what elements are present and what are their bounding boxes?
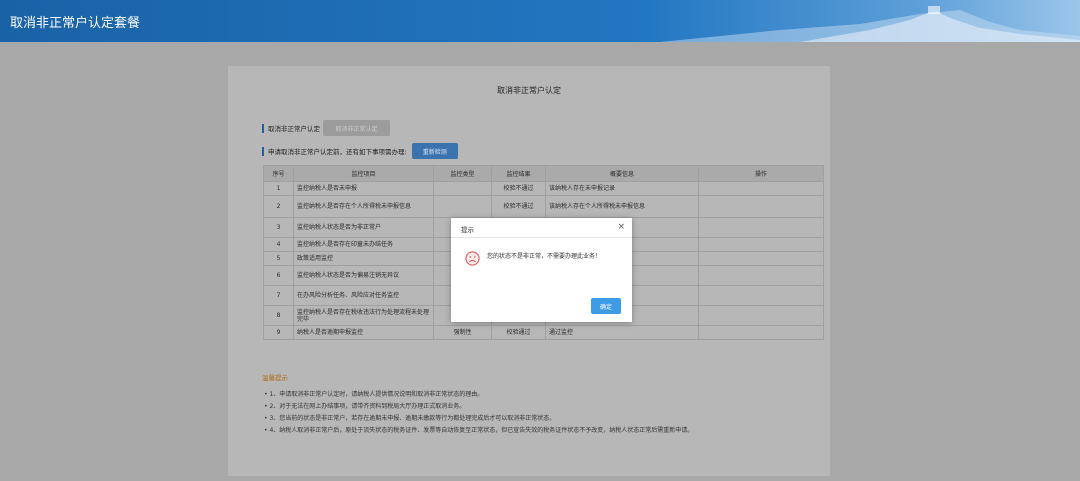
table-row: 2 监控纳税人是否存在个人所得税未申报信息 校验不通过 该纳税人存在个人所得税未… <box>263 195 824 218</box>
dialog-header: 提示 × <box>451 218 632 238</box>
table-row: 9 纳税人是否逾期申报监控 强制性 校验通过 通过监控 <box>263 325 824 340</box>
cell-op <box>698 285 824 306</box>
cell-no: 1 <box>263 181 294 196</box>
col-header-info: 概要信息 <box>545 165 699 182</box>
confirm-button[interactable]: 确定 <box>591 298 621 314</box>
section-marker <box>262 123 264 133</box>
cell-item: 在办风险分析任务、风险应对任务监控 <box>293 285 434 306</box>
cell-info: 该纳税人存在未申报记录 <box>545 181 699 196</box>
cell-info: 通过监控 <box>545 325 699 340</box>
recheck-button[interactable]: 重新检测 <box>411 143 458 159</box>
cell-item: 政策适用监控 <box>293 251 434 266</box>
cell-result: 校验不通过 <box>491 181 546 196</box>
dialog-title: 提示 <box>461 226 474 234</box>
tips-list: • 1、申请取消非正常户认定时，请纳税人提供情况说明和取消非正常状态的理由。 •… <box>264 389 693 437</box>
cell-no: 4 <box>263 237 294 252</box>
cell-no: 2 <box>263 195 294 218</box>
cell-type <box>433 195 492 218</box>
cell-op <box>698 251 824 266</box>
cell-op <box>698 305 824 326</box>
alert-dialog: 提示 × 您的状态不是非正常，不需要办理此业务！ 确定 <box>451 218 632 322</box>
cell-type <box>433 181 492 196</box>
dialog-body: 您的状态不是非正常，不需要办理此业务！ <box>465 251 625 266</box>
col-header-item: 监控项目 <box>293 165 434 182</box>
cell-op <box>698 217 824 238</box>
sad-face-icon <box>465 251 480 266</box>
cell-no: 5 <box>263 251 294 266</box>
cancel-section: 取消非正常户认定 取消非正常认定 <box>262 120 390 136</box>
cancel-section-label: 取消非正常户认定 <box>268 125 320 133</box>
tip-item: • 3、您当前的状态是非正常户，若存在逾期未申报、逾期未缴款等行为都处理完成后才… <box>264 415 556 422</box>
app-title: 取消非正常户认定套餐 <box>10 16 141 31</box>
cell-result: 校验通过 <box>491 325 546 340</box>
dialog-message: 您的状态不是非正常，不需要办理此业务！ <box>487 253 602 260</box>
cell-item: 监控纳税人是否存在个人所得税未申报信息 <box>293 195 434 218</box>
cell-item: 监控纳税人是否存在税收违法行为处理流程未处理完毕 <box>293 305 434 326</box>
pending-section: 申请取消非正常户认定前，还有如下事项需办理: 重新检测 <box>262 143 458 159</box>
cell-item: 监控纳税人是否未申报 <box>293 181 434 196</box>
tip-item: • 2、对于无法在网上办结事项，请带齐资料到税局大厅办理正式取消业务。 <box>264 403 466 410</box>
cell-no: 6 <box>263 265 294 286</box>
cell-no: 7 <box>263 285 294 306</box>
section-marker <box>262 146 264 156</box>
great-wall-illustration <box>660 6 1080 42</box>
cell-item: 监控纳税人是否存在印童未办结任务 <box>293 237 434 252</box>
cell-op <box>698 195 824 218</box>
tip-item: • 1、申请取消非正常户认定时，请纳税人提供情况说明和取消非正常状态的理由。 <box>264 391 484 398</box>
cell-item: 监控纳税人状态是否为非正常户 <box>293 217 434 238</box>
cell-item: 纳税人是否逾期申报监控 <box>293 325 434 340</box>
cell-op <box>698 237 824 252</box>
table-header-row: 序号 监控项目 监控类型 监控结果 概要信息 操作 <box>263 165 824 182</box>
cell-op <box>698 181 824 196</box>
top-header: 取消非正常户认定套餐 <box>0 0 1080 42</box>
cell-op <box>698 325 824 340</box>
tip-item: • 4、纳税人取消非正常户后，原处于流失状态的税务证件、发票等自动恢复至正常状态… <box>264 427 694 434</box>
col-header-no: 序号 <box>263 165 294 182</box>
tips-title: 温馨提示 <box>262 374 288 382</box>
cell-op <box>698 265 824 286</box>
cell-item: 监控纳税人状态是否为偏易注销无异议 <box>293 265 434 286</box>
cell-result: 校验不通过 <box>491 195 546 218</box>
cell-info: 该纳税人存在个人所得税未申报信息 <box>545 195 699 218</box>
page-title: 取消非正常户认定 <box>497 86 561 95</box>
pending-section-label: 申请取消非正常户认定前，还有如下事项需办理: <box>268 148 407 156</box>
cell-no: 9 <box>263 325 294 340</box>
cancel-abnormal-button[interactable]: 取消非正常认定 <box>323 120 390 136</box>
cell-no: 8 <box>263 305 294 326</box>
col-header-type: 监控类型 <box>433 165 492 182</box>
col-header-result: 监控结果 <box>491 165 546 182</box>
table-row: 1 监控纳税人是否未申报 校验不通过 该纳税人存在未申报记录 <box>263 181 824 196</box>
cell-type: 强制性 <box>433 325 492 340</box>
close-icon[interactable]: × <box>617 222 625 232</box>
col-header-op: 操作 <box>698 165 824 182</box>
cell-no: 3 <box>263 217 294 238</box>
